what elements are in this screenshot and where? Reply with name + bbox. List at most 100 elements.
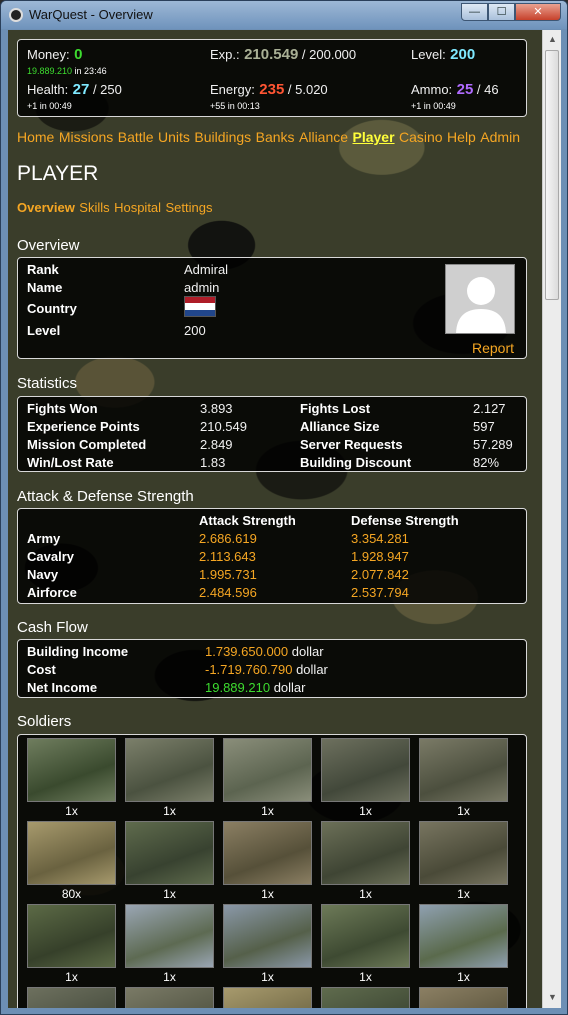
stat-value: 3.893 [200,401,233,416]
exp-max: / 200.000 [298,47,357,62]
soldier-quantity: 1x [457,804,470,818]
soldier-quantity: 1x [261,804,274,818]
health-max: / 250 [89,82,122,97]
soldier-unit-image[interactable] [27,987,116,1008]
soldier-unit-image[interactable] [223,821,312,885]
ammo-max: / 46 [473,82,499,97]
defense-strength-value: 1.928.947 [351,549,409,564]
stat-value: 210.549 [200,419,247,434]
scrollbar-thumb[interactable] [545,50,559,300]
soldier-unit-image[interactable] [419,738,508,802]
nav-player[interactable]: Player [353,129,395,145]
building-income-unit: dollar [288,644,324,659]
stat-label: Building Discount [300,455,412,470]
soldiers-title: Soldiers [17,713,72,730]
soldier-quantity: 1x [359,887,372,901]
vertical-scrollbar[interactable]: ▲ ▼ [542,30,561,1008]
level-row-label: Level [27,323,61,338]
stat-label: Win/Lost Rate [27,455,114,470]
page-content: Money: 0 19.889.210 in 23:46 Exp.: 210.5… [8,30,542,1008]
stat-value: 597 [473,419,495,434]
nav-units[interactable]: Units [158,129,190,145]
soldier-unit-image[interactable] [321,904,410,968]
strength-row-label: Army [27,531,61,546]
country-label: Country [27,301,77,316]
health-label: Health: [27,82,69,97]
energy-label: Energy: [210,82,255,97]
title-bar[interactable]: WarQuest - Overview — ☐ ✕ [1,1,567,29]
soldier-unit-image[interactable] [27,738,116,802]
soldier-unit-image[interactable] [223,738,312,802]
net-income-label: Net Income [27,680,98,695]
soldier-quantity: 1x [457,970,470,984]
nav-buildings[interactable]: Buildings [194,129,251,145]
net-income-value: 19.889.210 [205,680,271,695]
stats-panel: Money: 0 19.889.210 in 23:46 Exp.: 210.5… [17,39,527,117]
nav-home[interactable]: Home [17,129,54,145]
report-link[interactable]: Report [472,340,514,356]
exp-label: Exp.: [210,47,240,62]
nav-help[interactable]: Help [447,129,476,145]
money-timer: in 23:46 [72,66,107,76]
defense-strength-value: 2.077.842 [351,567,409,582]
close-button[interactable]: ✕ [515,3,561,21]
level-value: 200 [450,46,476,63]
cost-value: -1.719.760.790 [205,662,293,677]
money-income: 19.889.210 [27,66,73,76]
avatar[interactable] [445,264,515,334]
cashflow-title: Cash Flow [17,619,88,636]
scroll-up-arrow-icon[interactable]: ▲ [546,33,559,46]
defense-strength-value: 2.537.794 [351,585,409,600]
strength-title: Attack & Defense Strength [17,488,194,505]
soldier-unit-image[interactable] [27,821,116,885]
stat-value: 82% [473,455,500,470]
nav-missions[interactable]: Missions [59,129,113,145]
soldier-unit-image[interactable] [125,738,214,802]
strength-row-label: Navy [27,567,59,582]
soldier-quantity: 1x [359,804,372,818]
subnav-skills[interactable]: Skills [79,200,109,215]
soldier-unit-image[interactable] [321,738,410,802]
money-label: Money: [27,47,70,62]
strength-panel: Attack Strength Defense Strength Army 2.6… [17,508,527,604]
strength-row-label: Cavalry [27,549,74,564]
soldier-unit-image[interactable] [419,821,508,885]
soldier-unit-image[interactable] [321,987,410,1008]
stat-label: Server Requests [300,437,403,452]
soldier-unit-image[interactable] [223,904,312,968]
soldier-unit-image[interactable] [125,987,214,1008]
soldier-quantity: 1x [163,804,176,818]
soldier-unit-image[interactable] [321,821,410,885]
nav-battle[interactable]: Battle [118,129,154,145]
nav-banks[interactable]: Banks [256,129,295,145]
ammo-label: Ammo: [411,82,453,97]
soldier-unit-image[interactable] [419,987,508,1008]
nav-admin[interactable]: Admin [480,129,520,145]
minimize-button[interactable]: — [461,3,488,21]
nav-casino[interactable]: Casino [399,129,443,145]
soldiers-panel: 1x 1x 1x 1x 1x 80x 1x 1x 1x 1x 1x 1x 1x 1x 1x [17,734,527,1008]
soldier-quantity: 80x [61,887,82,901]
subnav-settings[interactable]: Settings [166,200,213,215]
nav-alliance[interactable]: Alliance [299,129,348,145]
attack-strength-value: 2.686.619 [199,531,257,546]
app-icon [9,8,23,22]
soldier-unit-image[interactable] [223,987,312,1008]
soldier-unit-image[interactable] [125,821,214,885]
stat-label: Fights Lost [300,401,371,416]
strength-row-label: Airforce [27,585,77,600]
maximize-button[interactable]: ☐ [488,3,515,21]
soldier-unit-image[interactable] [125,904,214,968]
scroll-down-arrow-icon[interactable]: ▼ [546,991,559,1004]
energy-timer: +55 in 00:13 [210,101,260,111]
cashflow-panel: Building Income 1.739.650.000 dollar Cos… [17,639,527,698]
page-title: PLAYER [17,162,99,185]
soldier-quantity: 1x [65,970,78,984]
subnav-overview[interactable]: Overview [17,200,75,215]
subnav-hospital[interactable]: Hospital [114,200,161,215]
soldier-unit-image[interactable] [27,904,116,968]
stat-value: 1.83 [200,455,226,470]
soldier-unit-image[interactable] [419,904,508,968]
netherlands-flag-icon [184,296,216,317]
stat-value: 2.849 [200,437,233,452]
